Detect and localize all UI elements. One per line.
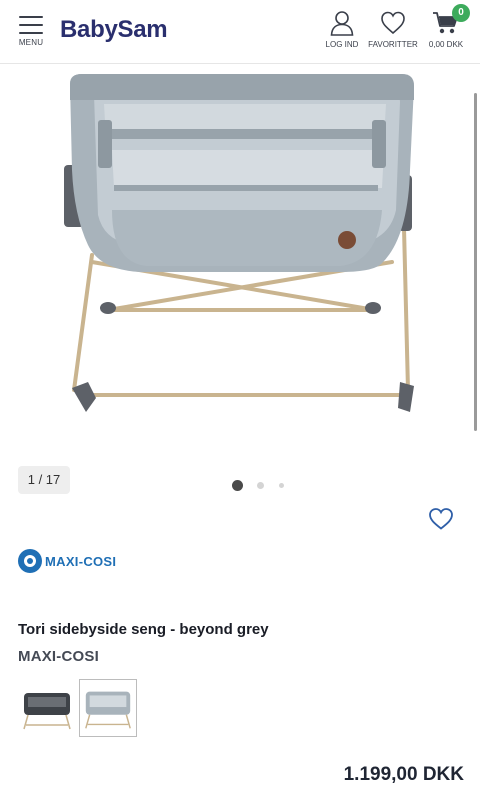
maxi-cosi-logo-icon [18, 549, 42, 573]
menu-label: MENU [18, 38, 44, 47]
site-logo[interactable]: BabySam [60, 16, 168, 44]
favorites-label: FAVORITTER [368, 40, 418, 49]
brand-logo-text: MAXI-COSI [45, 553, 117, 569]
cart-total-label: 0,00 DKK [428, 40, 464, 49]
variant-thumbnail-grey [85, 691, 131, 729]
bassinet-image [64, 74, 414, 412]
user-icon [330, 11, 354, 36]
site-header: MENU BabySam LOG IND FAVORITTER 0 0,00 D… [0, 0, 480, 64]
product-brand[interactable]: MAXI-COSI [18, 648, 99, 665]
heart-icon [381, 11, 405, 35]
variant-thumbnail-dark [23, 693, 71, 730]
product-title: Tori sidebyside seng - beyond grey [18, 621, 269, 638]
image-counter: 1 / 17 [18, 466, 70, 494]
carousel-dot[interactable] [257, 482, 265, 490]
login-button[interactable]: LOG IND [325, 10, 359, 49]
variant-swatch-beyond-grey[interactable] [79, 679, 137, 737]
cart-button[interactable]: 0 0,00 DKK [428, 4, 470, 49]
variant-swatch-dark-grey[interactable] [18, 679, 76, 737]
login-label: LOG IND [325, 40, 359, 49]
product-price: 1.199,00 DKK [343, 764, 464, 785]
scrollbar[interactable] [474, 93, 477, 431]
favorites-button[interactable]: FAVORITTER [368, 10, 418, 49]
add-to-favorites-button[interactable] [428, 507, 454, 531]
carousel-dot-active[interactable] [232, 480, 243, 492]
cart-count-badge: 0 [452, 4, 470, 22]
menu-button[interactable]: MENU [14, 12, 48, 54]
brand-logo[interactable]: MAXI-COSI [18, 548, 116, 574]
carousel-dot[interactable] [278, 483, 284, 489]
product-image[interactable] [0, 65, 480, 465]
heart-icon [429, 508, 453, 530]
carousel-dots[interactable] [232, 477, 294, 492]
hamburger-icon [14, 12, 48, 34]
